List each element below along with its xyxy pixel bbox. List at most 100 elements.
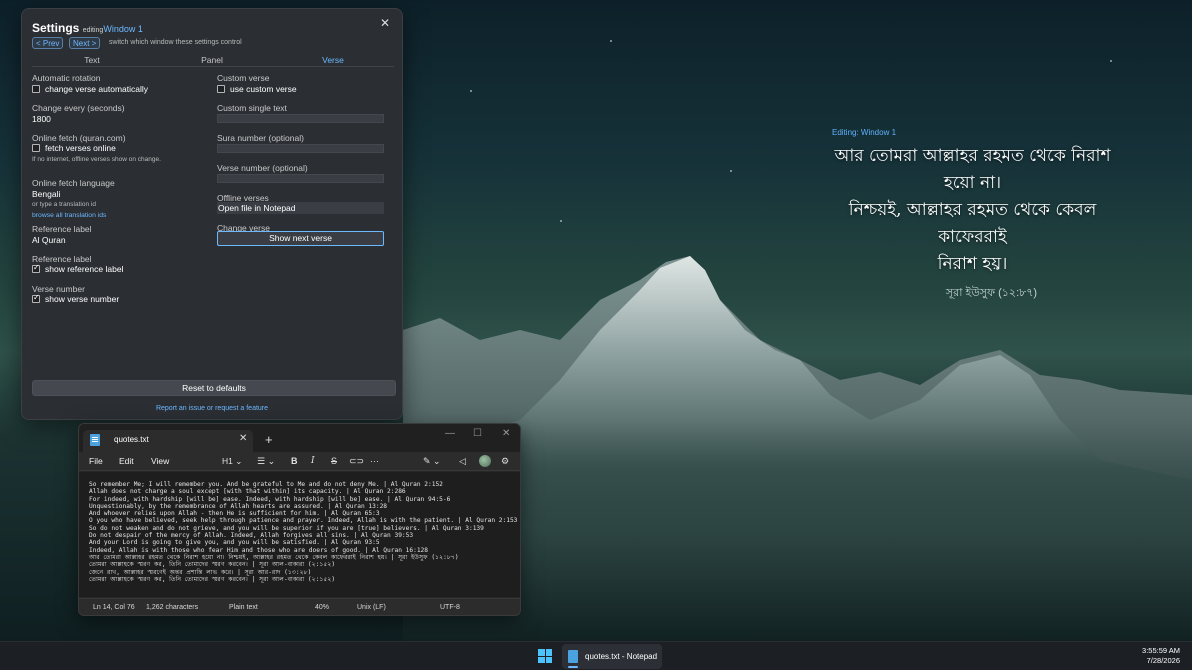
notepad-menubar: File Edit View H1 ⌄ ☰ ⌄ B I S ⊂⊃ ··· ✎ ⌄…: [79, 452, 520, 471]
avatar[interactable]: [479, 455, 491, 467]
checkbox-label: show verse number: [45, 294, 120, 304]
link-icon[interactable]: ⊂⊃: [349, 456, 364, 467]
menu-edit[interactable]: Edit: [119, 456, 134, 466]
online-fetch-checkbox[interactable]: fetch verses online: [32, 143, 116, 153]
verse-overlay: Editing: Window 1 আর তোমরা আল্লাহর রহমত …: [820, 128, 1125, 303]
more-options-icon[interactable]: ···: [370, 456, 379, 466]
maximize-button[interactable]: ☐: [473, 428, 482, 439]
windows-start-icon[interactable]: [538, 649, 552, 663]
megaphone-icon[interactable]: ◁: [459, 456, 466, 467]
new-tab-button[interactable]: +: [265, 432, 273, 447]
auto-rotation-label: Automatic rotation: [32, 73, 101, 83]
online-fetch-hint: If no internet, offline verses show on c…: [32, 156, 161, 163]
gear-icon[interactable]: ⚙: [501, 456, 509, 467]
minimize-button[interactable]: —: [445, 428, 455, 439]
checkbox-label: show reference label: [45, 264, 124, 274]
show-verse-number-checkbox[interactable]: show verse number: [32, 293, 120, 304]
custom-verse-label: Custom verse: [217, 73, 270, 83]
show-reference-checkbox[interactable]: show reference label: [32, 263, 124, 274]
taskbar: quotes.txt - Notepad 3:55:59 AM 7/28/202…: [0, 641, 1192, 670]
reference-label-input[interactable]: Al Quran: [32, 235, 66, 245]
system-clock[interactable]: 3:55:59 AM 7/28/2026: [1142, 646, 1180, 666]
text-line: আর তোমরা আল্লাহর রহমত থেকে নিরাশ হয়ো না…: [89, 553, 459, 561]
close-window-button[interactable]: ✕: [502, 428, 510, 439]
close-button[interactable]: ✕: [378, 16, 392, 30]
strikethrough-icon[interactable]: S: [331, 456, 337, 466]
fetch-language-hint: or type a translation id: [32, 201, 96, 208]
star: [1110, 60, 1112, 62]
text-line: So do not weaken and do not grieve, and …: [89, 524, 484, 532]
settings-tabs: Text Panel Verse: [32, 55, 394, 67]
checkbox-label: change verse automatically: [45, 84, 149, 94]
overlay-verse-text: আর তোমরা আল্লাহর রহমত থেকে নিরাশ হয়ো না…: [820, 143, 1125, 278]
line-ending: Unix (LF): [357, 604, 386, 611]
sura-number-input[interactable]: [217, 144, 384, 153]
tab-text[interactable]: Text: [32, 55, 152, 65]
settings-window: Settings editingWindow 1 ✕ < Prev Next >…: [21, 8, 403, 420]
menu-file[interactable]: File: [89, 456, 103, 466]
verse-number-input[interactable]: [217, 174, 384, 183]
list-dropdown-icon[interactable]: ☰ ⌄: [257, 456, 275, 467]
text-line: Unquestionably, by the remembrance of Al…: [89, 502, 388, 510]
prev-window-button[interactable]: < Prev: [32, 37, 64, 49]
checkbox-label: fetch verses online: [45, 143, 116, 153]
overlay-reference: সূরা ইউসুফ (১২:৮৭): [945, 287, 1038, 299]
report-issue-link[interactable]: Report an issue or request a feature: [22, 405, 402, 412]
zoom-level[interactable]: 40%: [315, 604, 329, 611]
change-every-input[interactable]: 1800: [32, 114, 51, 124]
text-line: O you who have believed, seek help throu…: [89, 517, 518, 525]
text-line: তোমরা আল্লাহকে স্মরণ কর, তিনি তোমাদের স্…: [89, 575, 336, 583]
text-line: Do not despair of the mercy of Allah. In…: [89, 532, 414, 540]
auto-rotation-checkbox[interactable]: change verse automatically: [32, 84, 148, 94]
checkbox-box[interactable]: [217, 85, 225, 93]
text-line: For indeed, with hardship [will be] ease…: [89, 495, 451, 503]
checkbox-box[interactable]: [32, 293, 40, 303]
verse-line: আর তোমরা আল্লাহর রহমত থেকে নিরাশ হয়ো না…: [834, 146, 1111, 193]
notepad-tab[interactable]: quotes.txt ✕: [83, 430, 253, 452]
switch-hint: switch which window these settings contr…: [109, 39, 242, 46]
checkbox-box[interactable]: [32, 85, 40, 93]
show-next-verse-button[interactable]: Show next verse: [217, 231, 384, 246]
custom-single-input[interactable]: [217, 114, 384, 123]
notepad-text-area[interactable]: So remember Me; I will remember you. And…: [79, 472, 520, 597]
file-type: Plain text: [229, 604, 258, 611]
checkbox-box[interactable]: [32, 263, 40, 273]
custom-verse-checkbox[interactable]: use custom verse: [217, 84, 297, 94]
next-window-button[interactable]: Next >: [69, 37, 101, 49]
heading-dropdown[interactable]: H1 ⌄: [222, 456, 242, 467]
fetch-language-label: Online fetch language: [32, 178, 115, 188]
bold-icon[interactable]: B: [291, 456, 298, 466]
checkbox-box[interactable]: [32, 144, 40, 152]
star: [560, 220, 562, 222]
reference-label-toggle-label: Reference label: [32, 254, 92, 264]
reference-label-label: Reference label: [32, 224, 92, 234]
heading-value: H1: [222, 456, 233, 466]
text-line: So remember Me; I will remember you. And…: [89, 481, 443, 488]
tab-filename: quotes.txt: [114, 435, 149, 444]
sura-number-label: Sura number (optional): [217, 133, 304, 143]
notepad-statusbar: Ln 14, Col 76 1,262 characters Plain tex…: [79, 598, 520, 615]
notepad-icon: [90, 434, 100, 446]
window-name: Window 1: [103, 24, 143, 34]
menu-view[interactable]: View: [151, 456, 169, 466]
clock-date: 7/28/2026: [1146, 656, 1180, 665]
text-line: And your Lord is going to give you, and …: [89, 539, 380, 547]
taskbar-notepad-button[interactable]: quotes.txt - Notepad: [562, 644, 662, 669]
copilot-icon[interactable]: ✎ ⌄: [423, 456, 441, 467]
fetch-language-input[interactable]: Bengali: [32, 189, 60, 199]
reset-defaults-button[interactable]: Reset to defaults: [32, 380, 396, 396]
encoding: UTF-8: [440, 604, 460, 611]
star: [610, 40, 612, 42]
text-line: Allah does not charge a soul except [wit…: [89, 488, 406, 496]
italic-icon[interactable]: I: [311, 456, 315, 466]
clock-time: 3:55:59 AM: [1142, 646, 1180, 655]
settings-title: Settings editingWindow 1: [32, 21, 143, 35]
verse-line: নিরাশ হয়।: [937, 254, 1008, 274]
text-line: জেনে রাখ, আল্লাহর স্মরণেই অন্তর প্রশান্ত…: [89, 568, 312, 576]
tab-panel[interactable]: Panel: [152, 55, 272, 65]
tab-verse[interactable]: Verse: [273, 55, 393, 65]
close-tab-icon[interactable]: ✕: [239, 433, 247, 444]
browse-translations-link[interactable]: browse all translation ids: [32, 212, 106, 219]
verse-number-optional-label: Verse number (optional): [217, 163, 308, 173]
open-in-notepad-button[interactable]: Open file in Notepad: [217, 202, 384, 214]
